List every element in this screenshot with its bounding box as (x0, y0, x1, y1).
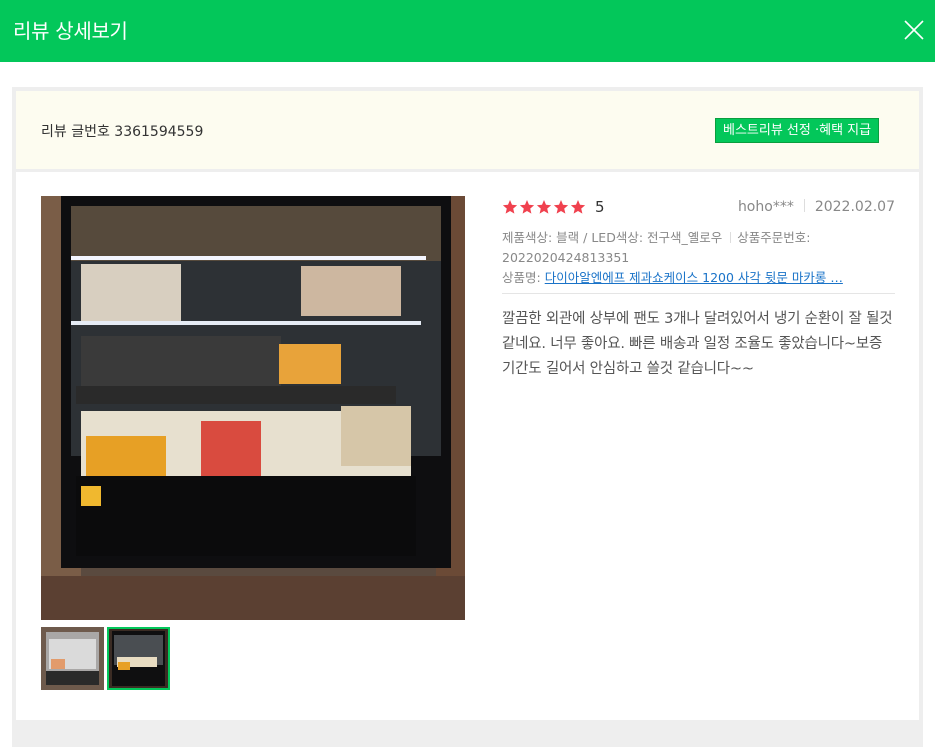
review-meta: hoho*** 2022.02.07 (738, 199, 895, 215)
option-info: 제품색상: 블랙 / LED색상: 전구색_옐로우 상품주문번호: 2022020… (502, 228, 895, 268)
star-icon (553, 200, 569, 214)
showcase-photo-illustration (41, 196, 465, 620)
review-author: hoho*** (737, 199, 794, 215)
review-detail: 5 hoho*** 2022.02.07 제품색상: 블랙 / LED색상: 전구… (16, 172, 919, 720)
modal-header: 리뷰 상세보기 (0, 0, 935, 62)
option-text: 제품색상: 블랙 / LED색상: 전구색_옐로우 (502, 230, 723, 245)
product-link[interactable]: 다이아알엔에프 제과쇼케이스 1200 사각 뒷문 마카롱 … (545, 270, 843, 285)
modal-title: 리뷰 상세보기 (13, 19, 128, 43)
product-label: 상품명: (502, 270, 541, 285)
review-body: 깔끔한 외관에 상부에 팬도 3개나 달려있어서 냉기 순환이 잘 될것 같네요… (502, 311, 893, 377)
review-number: 리뷰 글번호 3361594559 (41, 124, 204, 140)
review-info: 5 hoho*** 2022.02.07 제품색상: 블랙 / LED색상: 전구… (502, 196, 895, 382)
rating-score: 5 (595, 198, 605, 216)
star-icon (570, 200, 586, 214)
rating-row: 5 hoho*** 2022.02.07 (502, 196, 895, 220)
star-icon (519, 200, 535, 214)
thumbnail-1[interactable] (41, 627, 104, 690)
thumbnail-2[interactable] (107, 627, 170, 690)
star-rating (502, 199, 586, 215)
order-label: 상품주문번호: (737, 230, 811, 245)
review-summary-bar: 리뷰 글번호 3361594559 베스트리뷰 선정 ·혜택 지급 (16, 91, 919, 169)
meta-divider (803, 199, 805, 212)
best-review-badge: 베스트리뷰 선정 ·혜택 지급 (715, 118, 880, 143)
review-date: 2022.02.07 (814, 199, 895, 215)
main-review-photo[interactable] (41, 196, 465, 620)
close-icon[interactable] (903, 19, 925, 41)
option-divider (730, 232, 732, 243)
product-info: 상품명: 다이아알엔에프 제과쇼케이스 1200 사각 뒷문 마카롱 … (502, 268, 895, 288)
star-icon (502, 200, 518, 214)
info-divider (502, 293, 895, 294)
star-icon (536, 200, 552, 214)
order-number: 2022020424813351 (502, 250, 630, 265)
